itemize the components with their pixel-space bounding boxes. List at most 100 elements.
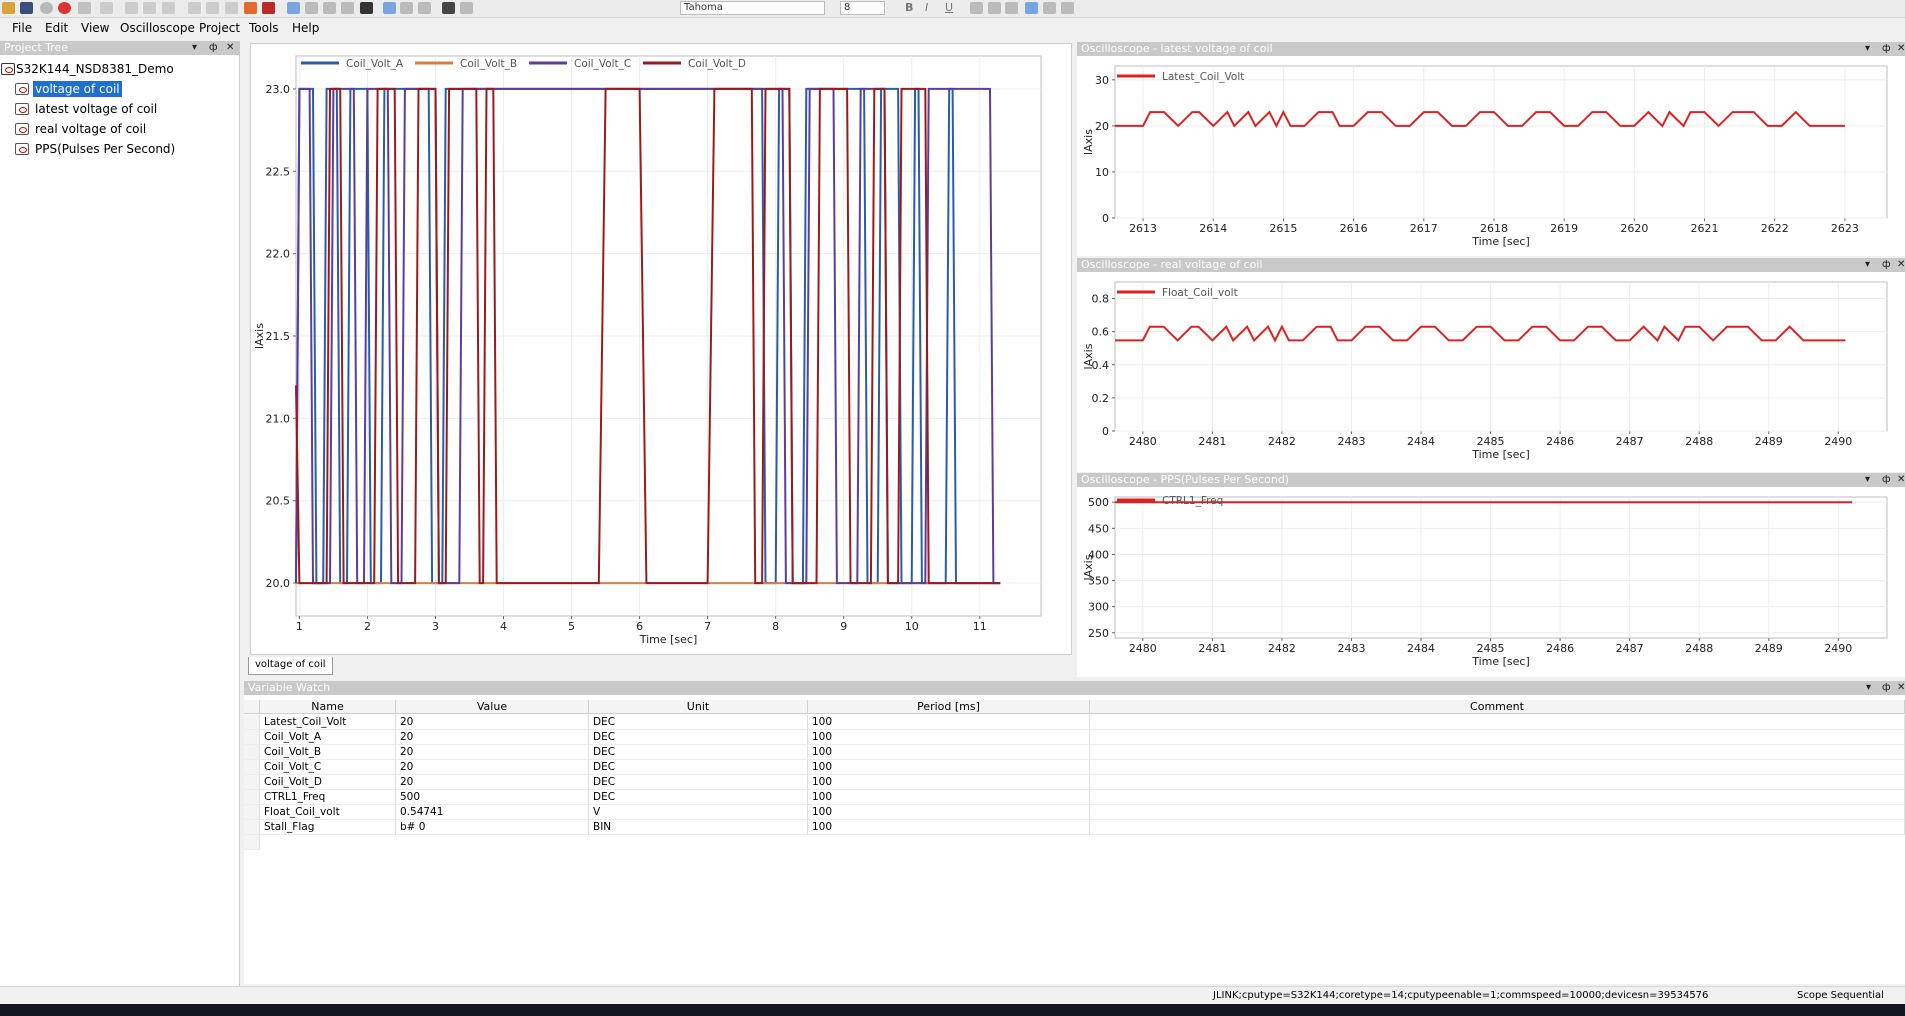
cell-unit[interactable]: DEC bbox=[589, 790, 808, 805]
key-icon[interactable] bbox=[78, 2, 91, 14]
cell-name[interactable]: Float_Coil_volt bbox=[260, 805, 396, 820]
tree-item-pps[interactable]: PPS(Pulses Per Second) bbox=[35, 141, 175, 157]
highlight-icon[interactable] bbox=[1005, 2, 1018, 14]
cell-unit[interactable]: DEC bbox=[589, 775, 808, 790]
column-header-unit[interactable]: Unit bbox=[589, 700, 808, 714]
run-icon[interactable] bbox=[244, 2, 257, 14]
cell-comment[interactable] bbox=[1090, 820, 1905, 835]
cell-period[interactable]: 100 bbox=[808, 760, 1090, 775]
cell-period[interactable]: 100 bbox=[808, 790, 1090, 805]
measure-icon[interactable] bbox=[341, 2, 354, 14]
fast-forward-icon[interactable] bbox=[262, 2, 275, 14]
cell-value[interactable]: 20 bbox=[396, 760, 589, 775]
format-icon[interactable] bbox=[970, 2, 983, 14]
align-right-icon[interactable] bbox=[1061, 2, 1074, 14]
stop-icon[interactable] bbox=[58, 2, 71, 14]
copy-icon[interactable] bbox=[125, 2, 138, 14]
clipboard-icon[interactable] bbox=[360, 2, 373, 14]
cell-unit[interactable]: DEC bbox=[589, 760, 808, 775]
main-oscilloscope-chart[interactable]: 1 2 3 4 5 6 7 8 9 10 11 20.0 20.5 21.0 21.5 22.0 22.5 23.… bbox=[251, 44, 1073, 656]
cell-comment[interactable] bbox=[1090, 730, 1905, 745]
pan-icon[interactable] bbox=[323, 2, 336, 14]
cell-name[interactable]: Latest_Coil_Volt bbox=[260, 715, 396, 730]
panel-close-icon[interactable]: ✕ bbox=[1897, 681, 1905, 695]
column-header-period[interactable]: Period [ms] bbox=[808, 700, 1090, 714]
cell-name[interactable]: Coil_Volt_C bbox=[260, 760, 396, 775]
cell-value[interactable]: 20 bbox=[396, 730, 589, 745]
cell-unit[interactable]: DEC bbox=[589, 745, 808, 760]
scope3-chart[interactable]: 2480 2481 2482 2483 2484 2485 2486 2487 2488 2489… bbox=[1077, 487, 1905, 677]
cell-period[interactable]: 100 bbox=[808, 745, 1090, 760]
tree-item-latest-voltage-of-coil[interactable]: latest voltage of coil bbox=[35, 101, 157, 117]
redo-icon[interactable] bbox=[206, 2, 219, 14]
panel-dropdown-icon[interactable]: ▾ bbox=[1865, 473, 1870, 487]
row-header[interactable] bbox=[244, 805, 260, 820]
font-size-select[interactable]: 8 bbox=[840, 1, 885, 15]
panel-dropdown-icon[interactable]: ▾ bbox=[1866, 681, 1871, 695]
row-header[interactable] bbox=[244, 715, 260, 730]
cell-period[interactable]: 100 bbox=[808, 730, 1090, 745]
scope2-chart[interactable]: 2480 2481 2482 2483 2484 2485 2486 2487 2488 2489… bbox=[1077, 272, 1905, 472]
cell-value[interactable]: 20 bbox=[396, 775, 589, 790]
color-icon[interactable] bbox=[988, 2, 1001, 14]
tree-root-project[interactable]: S32K144_NSD8381_Demo bbox=[16, 61, 174, 77]
italic-button[interactable]: I bbox=[925, 1, 928, 14]
bold-button[interactable]: B bbox=[905, 1, 913, 14]
cell-comment[interactable] bbox=[1090, 790, 1905, 805]
cell-period[interactable]: 100 bbox=[808, 715, 1090, 730]
menu-view[interactable]: View bbox=[81, 20, 109, 36]
row-header[interactable] bbox=[244, 775, 260, 790]
cell-comment[interactable] bbox=[1090, 715, 1905, 730]
undo-icon[interactable] bbox=[188, 2, 201, 14]
menu-tools[interactable]: Tools bbox=[249, 20, 279, 36]
cell-name[interactable]: CTRL1_Freq bbox=[260, 790, 396, 805]
panel-pin-icon[interactable]: ф bbox=[1882, 681, 1891, 695]
menu-help[interactable]: Help bbox=[292, 20, 319, 36]
grid-icon[interactable] bbox=[383, 2, 396, 14]
cell-unit[interactable]: DEC bbox=[589, 730, 808, 745]
cell-value[interactable]: 500 bbox=[396, 790, 589, 805]
column-header-comment[interactable]: Comment bbox=[1090, 700, 1905, 714]
cell-value[interactable]: 0.54741 bbox=[396, 805, 589, 820]
panel-pin-icon[interactable]: ф bbox=[1882, 258, 1891, 272]
cell-value[interactable]: b# 0 bbox=[396, 820, 589, 835]
panel-dropdown-icon[interactable]: ▾ bbox=[1865, 258, 1870, 272]
connect-icon[interactable] bbox=[40, 2, 53, 14]
cell-name[interactable]: Stall_Flag bbox=[260, 820, 396, 835]
menu-edit[interactable]: Edit bbox=[45, 20, 68, 36]
scope1-chart[interactable]: 2613 2614 2615 2616 2617 2618 2619 2620 2621 2622… bbox=[1077, 56, 1905, 256]
menu-oscilloscope[interactable]: Oscilloscope bbox=[120, 20, 195, 36]
row-header[interactable] bbox=[244, 760, 260, 775]
cell-period[interactable]: 100 bbox=[808, 775, 1090, 790]
row-header[interactable] bbox=[244, 820, 260, 835]
panel-close-icon[interactable]: ✕ bbox=[1897, 42, 1905, 56]
align-center-icon[interactable] bbox=[1043, 2, 1056, 14]
panel-close-icon[interactable]: ✕ bbox=[1897, 473, 1905, 487]
calculator-icon[interactable] bbox=[442, 2, 455, 14]
panel-dropdown-icon[interactable]: ▾ bbox=[192, 41, 197, 55]
panel-pin-icon[interactable]: ф bbox=[209, 41, 218, 55]
panel-pin-icon[interactable]: ф bbox=[1882, 473, 1891, 487]
arrow-up-icon[interactable] bbox=[400, 2, 413, 14]
tab-voltage-of-coil[interactable]: voltage of coil bbox=[248, 657, 333, 675]
row-header[interactable] bbox=[244, 730, 260, 745]
cell-comment[interactable] bbox=[1090, 805, 1905, 820]
cell-value[interactable]: 20 bbox=[396, 745, 589, 760]
open-folder-icon[interactable] bbox=[2, 2, 15, 14]
cell-comment[interactable] bbox=[1090, 775, 1905, 790]
panel-dropdown-icon[interactable]: ▾ bbox=[1865, 42, 1870, 56]
cell-period[interactable]: 100 bbox=[808, 820, 1090, 835]
menu-file[interactable]: File bbox=[12, 20, 32, 36]
refresh-icon[interactable] bbox=[225, 2, 238, 14]
cell-comment[interactable] bbox=[1090, 745, 1905, 760]
panel-pin-icon[interactable]: ф bbox=[1882, 42, 1891, 56]
paste-icon[interactable] bbox=[143, 2, 156, 14]
zoom-icon[interactable] bbox=[305, 2, 318, 14]
tool-icon[interactable] bbox=[100, 2, 113, 14]
cell-period[interactable]: 100 bbox=[808, 805, 1090, 820]
tree-item-real-voltage-of-coil[interactable]: real voltage of coil bbox=[35, 121, 146, 137]
settings-icon[interactable] bbox=[460, 2, 473, 14]
cell-name[interactable]: Coil_Volt_B bbox=[260, 745, 396, 760]
select-icon[interactable] bbox=[287, 2, 300, 14]
cell-unit[interactable]: V bbox=[589, 805, 808, 820]
